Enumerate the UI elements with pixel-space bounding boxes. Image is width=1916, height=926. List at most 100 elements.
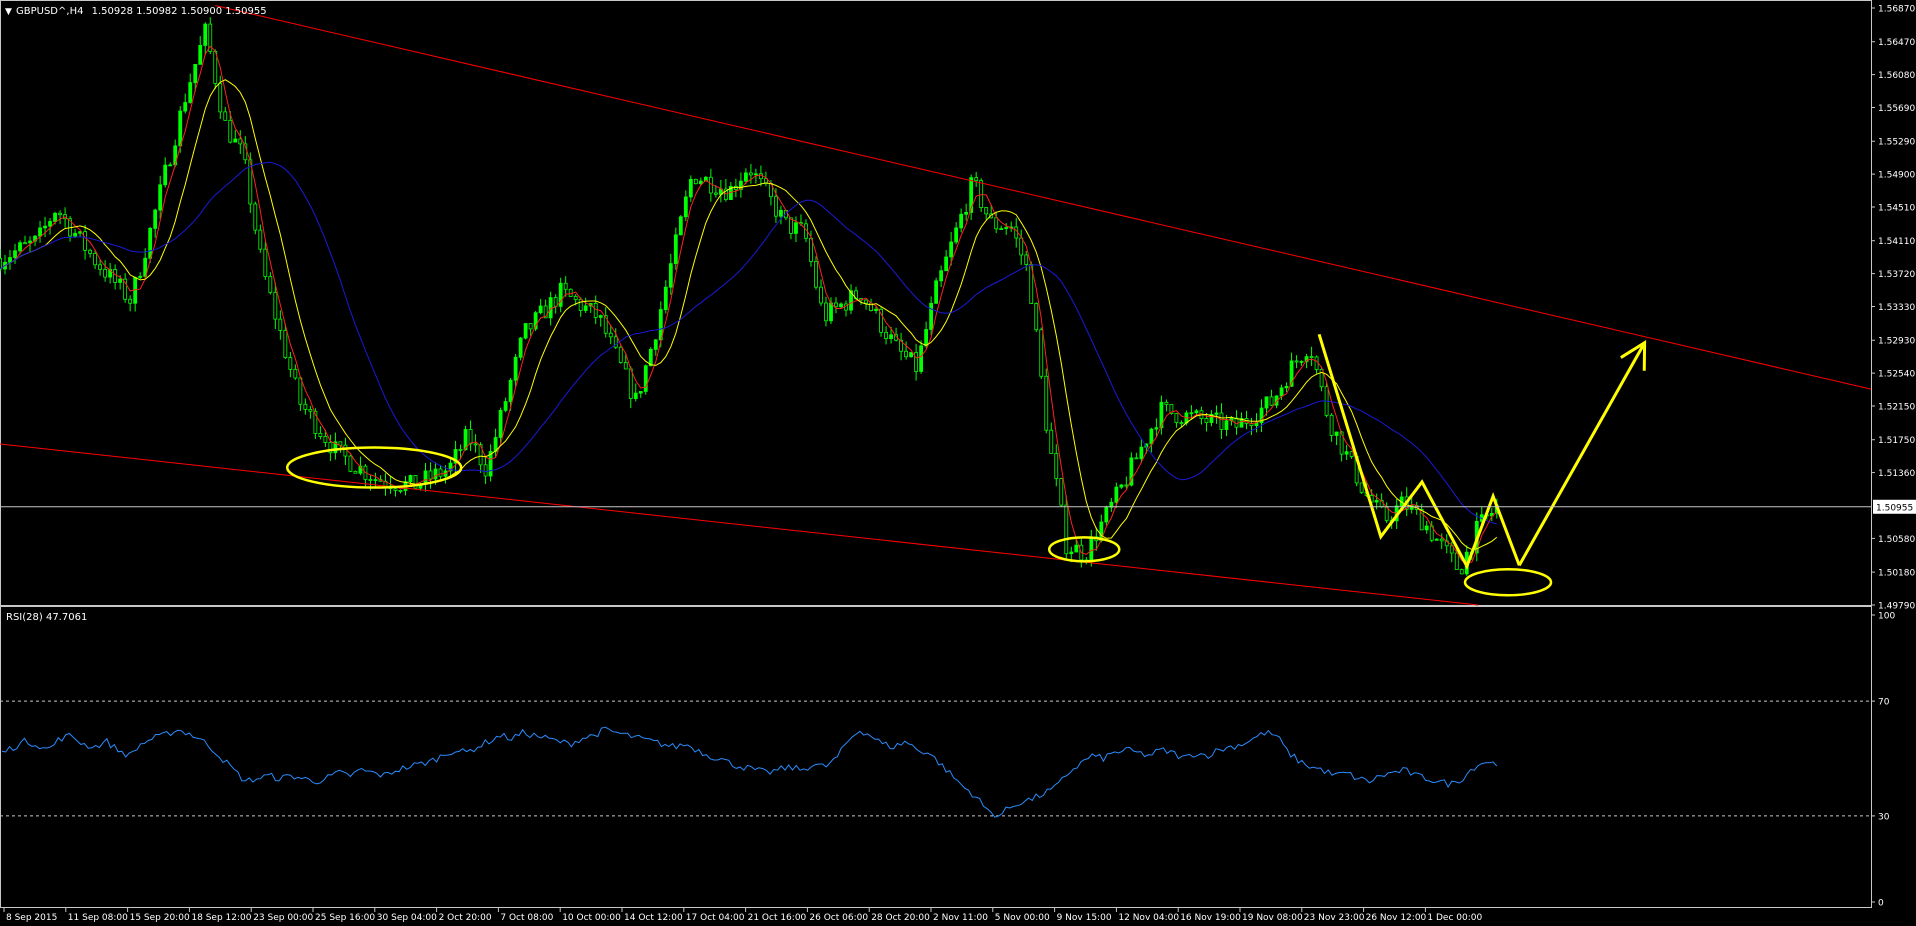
candle-body: [884, 331, 888, 339]
rsi-tick-label: 70: [1878, 698, 1890, 708]
candle-body: [1269, 396, 1274, 406]
time-tick-label: 2 Nov 11:00: [933, 913, 988, 923]
candle-body: [238, 138, 243, 145]
candle-body: [974, 177, 979, 182]
candle-body: [929, 302, 934, 330]
time-tick-label: 16 Nov 19:00: [1180, 913, 1241, 923]
candle-body: [829, 302, 833, 322]
time-tick-label: 28 Oct 20:00: [871, 913, 930, 923]
candle-body: [688, 178, 693, 198]
time-tick-label: 15 Sep 20:00: [130, 913, 190, 923]
candle-body: [693, 178, 698, 185]
candle-body: [648, 348, 653, 367]
candle-body: [1174, 413, 1179, 423]
candle-body: [128, 298, 133, 304]
candle-body: [373, 479, 378, 481]
chart-canvas: 1.56870 1.56470 1.56080 1.55690 1.55290 1.549…: [0, 0, 1916, 926]
candle-body: [193, 63, 198, 83]
candle-body: [1434, 538, 1439, 541]
candle-body: [578, 299, 583, 311]
candle-body: [1279, 387, 1284, 397]
candle-body: [498, 409, 503, 438]
candle-body: [1439, 538, 1444, 542]
candle-body: [303, 403, 308, 410]
candle-body: [819, 286, 823, 304]
candle-body: [163, 164, 168, 186]
candle-body: [263, 248, 268, 277]
candle-body: [1329, 414, 1334, 436]
candle-body: [268, 276, 273, 293]
candle-body: [298, 377, 303, 405]
candle-body: [1344, 451, 1349, 455]
candle-body: [1034, 303, 1039, 331]
candle-body: [864, 299, 868, 304]
candle-body: [608, 332, 613, 338]
candle-body: [1149, 428, 1154, 445]
candle-body: [874, 308, 878, 311]
candle-body: [528, 323, 533, 330]
time-tick-label: 26 Nov 12:00: [1366, 913, 1427, 923]
candle-body: [834, 302, 838, 308]
candle-body: [1154, 427, 1159, 430]
candle-body: [563, 282, 568, 290]
price-tick-label: 1.50580: [1878, 535, 1915, 545]
candle-body: [348, 455, 353, 472]
candle-body: [1064, 504, 1069, 555]
candle-body: [308, 409, 313, 412]
candle-body: [183, 102, 188, 112]
price-tick-label: 1.56870: [1878, 5, 1915, 15]
candle-body: [984, 207, 989, 215]
candle-body: [959, 213, 964, 229]
candle-body: [58, 212, 62, 216]
candle-body: [1224, 420, 1229, 430]
candle-body: [283, 330, 288, 358]
candle-body: [178, 110, 183, 147]
candle-body: [779, 209, 783, 217]
candle-body: [523, 323, 528, 339]
candle-body: [433, 468, 438, 480]
candle-body: [153, 209, 158, 229]
time-tick-label: 7 Oct 08:00: [500, 913, 553, 923]
time-tick-label: 25 Sep 16:00: [315, 913, 375, 923]
candle-body: [1219, 412, 1224, 430]
candle-body: [1134, 457, 1139, 460]
price-tick-label: 1.51360: [1878, 469, 1915, 479]
time-tick-label: 9 Nov 15:00: [1057, 913, 1112, 923]
candle-body: [0, 258, 2, 270]
price-tick-label: 1.50180: [1878, 569, 1915, 579]
price-tick-label: 1.54900: [1878, 171, 1915, 181]
candle-body: [914, 352, 919, 372]
time-tick-label: 11 Sep 08:00: [68, 913, 128, 923]
candle-body: [343, 444, 348, 457]
time-tick-label: 14 Oct 12:00: [624, 913, 683, 923]
candle-body: [638, 391, 643, 394]
candle-body: [1459, 569, 1464, 575]
symbol-dropdown-icon[interactable]: ▼: [5, 7, 12, 17]
candle-body: [1024, 254, 1029, 265]
candle-body: [188, 82, 193, 103]
candle-body: [203, 23, 208, 46]
time-tick-label: 17 Oct 04:00: [686, 913, 745, 923]
candle-body: [909, 352, 913, 358]
price-tick-label: 1.54110: [1878, 237, 1915, 247]
candle-body: [1044, 375, 1049, 431]
candle-body: [1069, 551, 1074, 555]
candle-body: [518, 337, 523, 358]
candle-body: [673, 234, 678, 265]
candle-body: [949, 241, 954, 258]
candle-body: [623, 362, 628, 370]
candle-body: [1179, 422, 1184, 424]
candle-body: [168, 164, 173, 167]
candle-body: [1089, 536, 1094, 561]
candle-body: [1019, 237, 1024, 256]
candle-body: [628, 368, 633, 399]
candle-body: [428, 470, 433, 480]
candle-body: [1204, 418, 1209, 424]
candle-body: [754, 173, 758, 176]
candle-body: [1374, 499, 1379, 503]
candle-body: [809, 237, 813, 262]
candle-body: [48, 221, 52, 227]
current-price-label: 1.50955: [1876, 503, 1913, 513]
candle-body: [353, 470, 358, 474]
time-tick-label: 19 Nov 08:00: [1242, 913, 1303, 923]
